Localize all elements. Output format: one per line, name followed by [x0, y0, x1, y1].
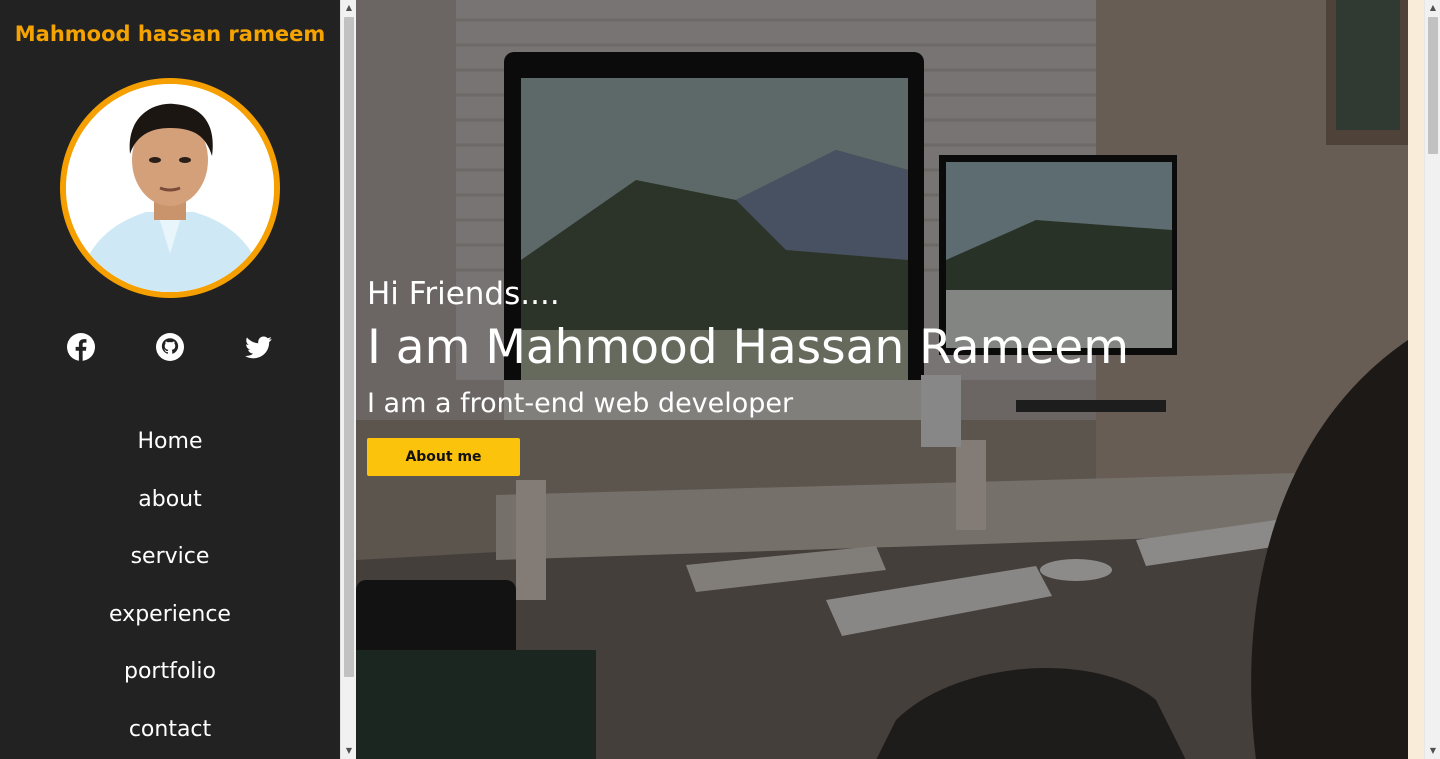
social-links — [0, 333, 340, 363]
nav-item-home[interactable]: Home — [0, 420, 340, 478]
nav-item-portfolio[interactable]: portfolio — [0, 650, 340, 708]
twitter-icon[interactable] — [245, 333, 273, 361]
sidebar-nav: Home about service experience portfolio … — [0, 420, 340, 759]
hero-section: Hi Friends.... I am Mahmood Hassan Ramee… — [356, 0, 1408, 759]
hero-greeting: Hi Friends.... — [367, 276, 560, 312]
about-me-button[interactable]: About me — [367, 438, 520, 476]
nav-item-service[interactable]: service — [0, 535, 340, 593]
profile-photo — [66, 84, 274, 292]
hero-tagline: I am a front-end web developer — [367, 388, 794, 419]
hero-headline: I am Mahmood Hassan Rameem — [367, 320, 1130, 375]
page-edge-strip — [1408, 0, 1424, 759]
page-scroll-up-arrow-icon[interactable]: ▲ — [1425, 0, 1440, 16]
page-scroll-thumb[interactable] — [1428, 17, 1438, 154]
sidebar-scroll-thumb[interactable] — [344, 17, 354, 677]
nav-item-contact[interactable]: contact — [0, 708, 340, 759]
hero-content: Hi Friends.... I am Mahmood Hassan Ramee… — [367, 272, 1129, 476]
site-brand[interactable]: Mahmood hassan rameem — [0, 22, 340, 46]
scroll-up-arrow-icon[interactable]: ▲ — [341, 0, 357, 16]
sidebar: Mahmood hassan rameem Home about service… — [0, 0, 340, 759]
nav-item-experience[interactable]: experience — [0, 593, 340, 651]
facebook-icon[interactable] — [67, 333, 95, 361]
scroll-down-arrow-icon[interactable]: ▼ — [341, 743, 357, 759]
page-scrollbar[interactable]: ▲ ▼ — [1424, 0, 1440, 759]
page-scroll-down-arrow-icon[interactable]: ▼ — [1425, 743, 1440, 759]
profile-avatar — [60, 78, 280, 298]
github-icon[interactable] — [156, 333, 184, 361]
sidebar-scrollbar[interactable]: ▲ ▼ — [340, 0, 356, 759]
nav-item-about[interactable]: about — [0, 478, 340, 536]
